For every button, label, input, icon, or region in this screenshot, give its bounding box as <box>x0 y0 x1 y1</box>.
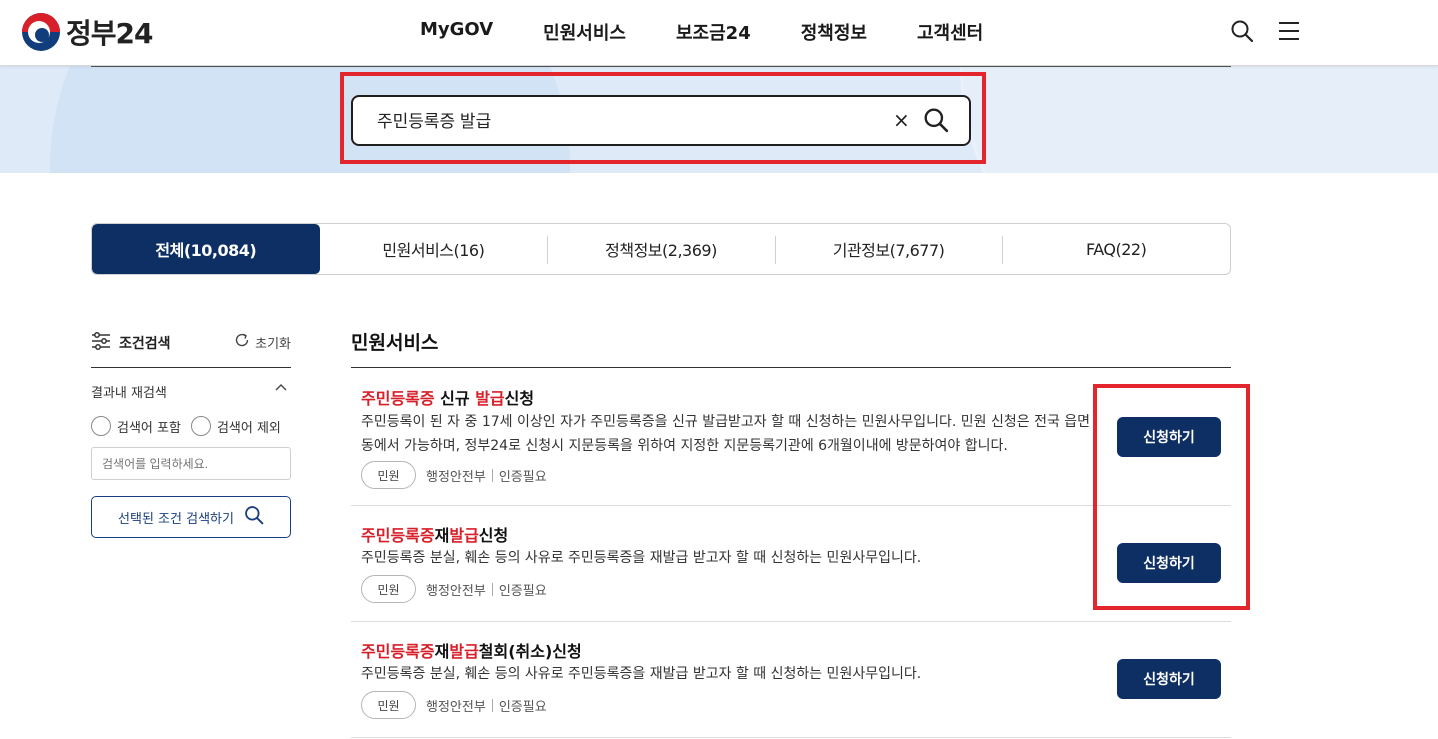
clear-icon[interactable]: × <box>893 108 910 132</box>
search-submit-icon[interactable] <box>923 107 949 137</box>
radio-include[interactable]: 검색어 포함 <box>91 416 181 436</box>
tab-all[interactable]: 전체(10,084) <box>92 224 320 274</box>
section-title: 민원서비스 <box>351 332 439 354</box>
apply-button[interactable]: 신청하기 <box>1117 543 1221 583</box>
title-text: 신청 <box>478 526 509 545</box>
auth-label: 인증필요 <box>498 469 547 485</box>
tab-faq[interactable]: FAQ(22) <box>1002 224 1230 274</box>
category-chip: 민원 <box>361 461 416 489</box>
refresh-icon <box>234 332 250 352</box>
agency-label: 행정안전부 <box>426 699 486 715</box>
title-text: 신청 <box>504 389 535 408</box>
search-box: × <box>351 95 971 146</box>
subsearch-toggle[interactable]: 결과내 재검색 <box>91 382 291 401</box>
nav-item-civil-service[interactable]: 민원서비스 <box>543 19 626 45</box>
agency-label: 행정안전부 <box>426 583 486 599</box>
category-chip: 민원 <box>361 691 416 719</box>
tab-policy-info[interactable]: 정책정보(2,369) <box>547 224 775 274</box>
main-nav: MyGOV 민원서비스 보조금24 정책정보 고객센터 <box>420 19 983 45</box>
search-icon[interactable] <box>1230 19 1254 43</box>
title-keyword: 주민등록증 <box>361 526 435 545</box>
filter-sidebar: 조건검색 초기화 결과내 재검색 검색어 포함 검색어 제외 선택된 조건 검색… <box>91 322 291 538</box>
result-description: 주민등록증 분실, 훼손 등의 사유로 주민등록증을 재발급 받고자 할 때 신… <box>361 666 922 682</box>
filter-title: 조건검색 <box>91 332 171 354</box>
title-keyword: 발급 <box>449 526 479 545</box>
title-text: 재 <box>434 526 450 545</box>
chevron-up-icon <box>275 382 287 398</box>
filter-title-label: 조건검색 <box>119 336 171 352</box>
title-keyword: 주민등록증 <box>361 642 435 661</box>
auth-label: 인증필요 <box>498 583 547 599</box>
apply-button[interactable]: 신청하기 <box>1117 659 1221 699</box>
radio-exclude-circle[interactable] <box>190 416 211 436</box>
sidebar-divider <box>91 367 291 368</box>
title-text: 철회(취소)신청 <box>478 642 582 661</box>
tab-civil-service[interactable]: 민원서비스(16) <box>320 224 548 274</box>
nav-item-mygov[interactable]: MyGOV <box>420 19 493 45</box>
result-item: 주민등록증 신규 발급신청 주민등록이 된 자 중 17세 이상인 자가 주민등… <box>351 368 1231 506</box>
search-input[interactable] <box>377 109 877 129</box>
site-logo[interactable]: 정부24 <box>22 12 153 52</box>
radio-exclude-label: 검색어 제외 <box>216 420 281 436</box>
subsearch-label: 결과내 재검색 <box>91 386 167 401</box>
taegeuk-emblem-icon <box>22 13 60 51</box>
menu-icon[interactable] <box>1278 21 1300 41</box>
radio-include-label: 검색어 포함 <box>117 420 181 436</box>
title-text: 신규 <box>434 389 476 408</box>
agency-label: 행정안전부 <box>426 469 486 485</box>
nav-item-subsidy24[interactable]: 보조금24 <box>676 19 751 45</box>
filter-search-button[interactable]: 선택된 조건 검색하기 <box>91 496 291 538</box>
apply-button[interactable]: 신청하기 <box>1117 417 1221 457</box>
result-tabs: 전체(10,084) 민원서비스(16) 정책정보(2,369) 기관정보(7,… <box>91 223 1231 275</box>
search-icon <box>244 505 264 529</box>
title-keyword: 발급 <box>475 389 505 408</box>
result-meta: 민원 행정안전부 인증필요 <box>361 575 547 603</box>
logo-text: 정부24 <box>66 17 153 50</box>
subsearch-input[interactable] <box>91 447 291 480</box>
result-title[interactable]: 주민등록증재발급신청 <box>361 522 508 546</box>
title-text: 재 <box>434 642 450 661</box>
category-chip: 민원 <box>361 575 416 603</box>
title-keyword: 주민등록증 <box>361 389 435 408</box>
result-title[interactable]: 주민등록증재발급철회(취소)신청 <box>361 638 582 662</box>
filter-sliders-icon <box>91 332 111 354</box>
result-item: 주민등록증재발급철회(취소)신청 주민등록증 분실, 훼손 등의 사유로 주민등… <box>351 622 1231 738</box>
reset-button[interactable]: 초기화 <box>234 332 291 352</box>
nav-item-policy-info[interactable]: 정책정보 <box>801 19 867 45</box>
filter-search-label: 선택된 조건 검색하기 <box>118 511 234 527</box>
result-title[interactable]: 주민등록증 신규 발급신청 <box>361 385 534 409</box>
result-meta: 민원 행정안전부 인증필요 <box>361 691 547 719</box>
result-description: 주민등록이 된 자 중 17세 이상인 자가 주민등록증을 신규 발급받고자 할… <box>361 414 1091 454</box>
radio-exclude[interactable]: 검색어 제외 <box>190 416 281 436</box>
result-meta: 민원 행정안전부 인증필요 <box>361 461 547 489</box>
site-header: 정부24 MyGOV 민원서비스 보조금24 정책정보 고객센터 <box>0 0 1438 66</box>
result-item: 주민등록증재발급신청 주민등록증 분실, 훼손 등의 사유로 주민등록증을 재발… <box>351 506 1231 622</box>
nav-item-customer-center[interactable]: 고객센터 <box>917 19 983 45</box>
auth-label: 인증필요 <box>498 699 547 715</box>
radio-include-circle[interactable] <box>91 416 111 436</box>
result-description: 주민등록증 분실, 훼손 등의 사유로 주민등록증을 재발급 받고자 할 때 신… <box>361 550 922 566</box>
reset-label: 초기화 <box>255 336 291 352</box>
title-keyword: 발급 <box>449 642 479 661</box>
header-icons <box>1230 19 1300 43</box>
subsearch-mode: 검색어 포함 검색어 제외 <box>91 416 281 436</box>
tab-agency-info[interactable]: 기관정보(7,677) <box>774 224 1003 274</box>
